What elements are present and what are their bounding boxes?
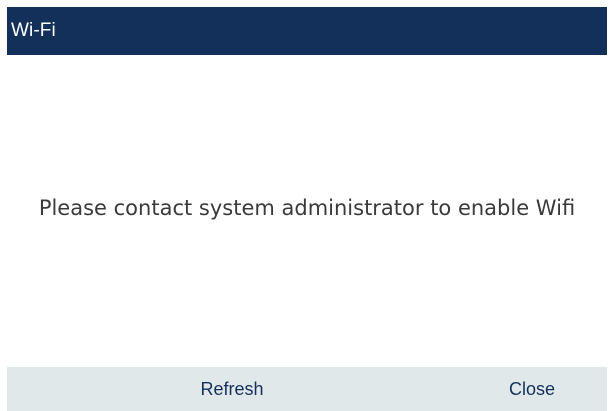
close-button[interactable]: Close xyxy=(457,367,607,411)
softkey-empty-1[interactable] xyxy=(7,367,157,411)
screen-title: Wi-Fi xyxy=(11,20,56,41)
softkey-empty-3[interactable] xyxy=(307,367,457,411)
info-message: Please contact system administrator to e… xyxy=(38,196,576,220)
softkey-bar: Refresh Close xyxy=(7,367,607,411)
refresh-button[interactable]: Refresh xyxy=(157,367,307,411)
title-bar: Wi-Fi xyxy=(7,7,607,55)
phone-screen: Wi-Fi Please contact system administrato… xyxy=(7,7,607,411)
message-area: Please contact system administrator to e… xyxy=(7,55,607,342)
